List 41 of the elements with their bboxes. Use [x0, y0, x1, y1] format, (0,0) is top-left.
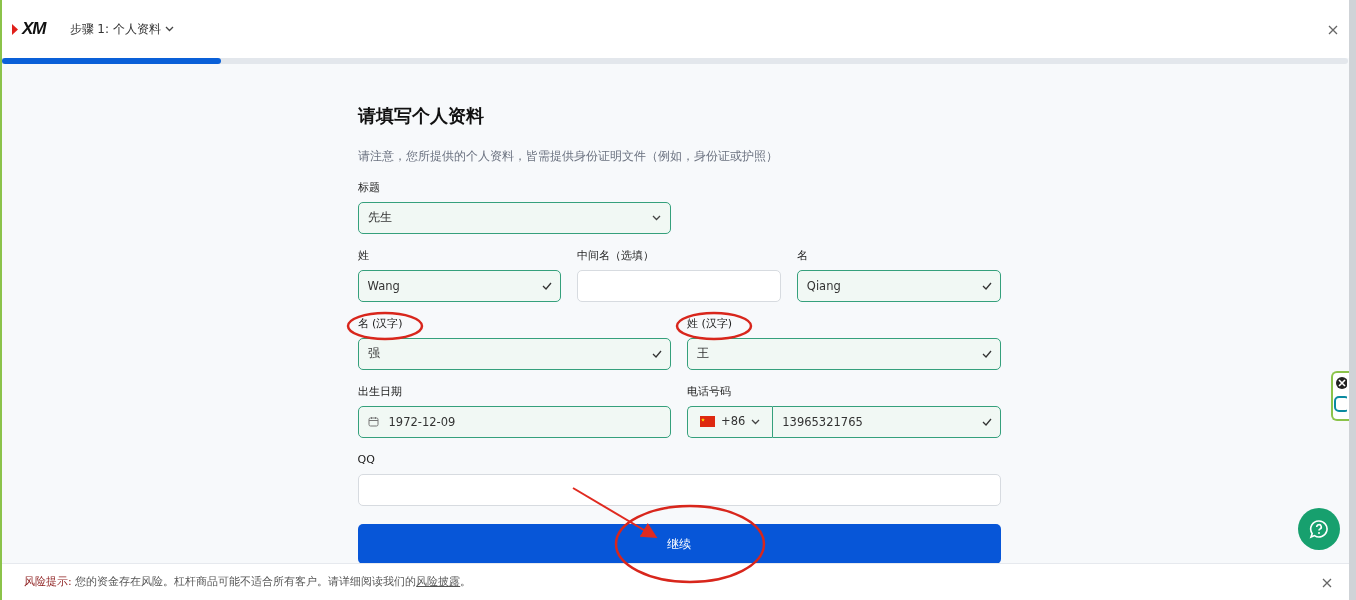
- help-chat-button[interactable]: [1298, 508, 1340, 550]
- field-label: 出生日期: [357, 384, 402, 399]
- checkmark-icon: [652, 349, 662, 358]
- date-field[interactable]: 1972-12-09: [357, 405, 671, 438]
- field-label: 名: [796, 248, 808, 263]
- country-code-dropdown[interactable]: +86: [687, 405, 773, 438]
- risk-warning-text: 风险提示: 您的资金存在风险。杠杆商品可能不适合所有客户。请详细阅读我们的风险披露。: [24, 573, 472, 590]
- checkmark-icon: [981, 349, 992, 358]
- risk-disclosure-link[interactable]: 风险披露: [416, 574, 461, 588]
- checkmark-icon: [981, 417, 992, 426]
- input-field[interactable]: Qiang: [796, 269, 1001, 302]
- caret-icon: [652, 214, 661, 221]
- form-note: 请注意，您所提供的个人资料，皆需提供身份证明文件（例如，身份证或护照）: [357, 147, 779, 165]
- step-dropdown[interactable]: 步骤 1: 个人资料: [69, 20, 174, 38]
- field-label: QQ: [357, 452, 375, 467]
- security-widget-icon[interactable]: [1331, 371, 1349, 421]
- input-field[interactable]: 王: [687, 337, 1001, 370]
- calendar-icon: [367, 415, 379, 427]
- form-title: 请填写个人资料: [357, 105, 485, 127]
- input-field[interactable]: [357, 473, 1001, 506]
- field-label: 姓: [357, 248, 369, 263]
- phone-input[interactable]: 13965321765: [772, 405, 1001, 438]
- field-label: 姓 (汉字): [687, 316, 733, 331]
- caret-icon: [164, 26, 174, 32]
- title-select[interactable]: 先生: [357, 201, 671, 234]
- brand-logo: XM: [22, 18, 46, 41]
- input-field[interactable]: [577, 269, 781, 302]
- help-icon: [1309, 519, 1329, 539]
- field-label: 中间名（选填）: [577, 248, 655, 263]
- input-field[interactable]: 强: [357, 337, 671, 370]
- field-label: 电话号码: [687, 384, 731, 399]
- checkmark-icon: [981, 281, 992, 290]
- logo-mark-icon: [12, 23, 18, 35]
- checkmark-icon: [542, 281, 553, 290]
- china-flag-icon: [700, 416, 715, 428]
- field-label: 名 (汉字): [357, 316, 403, 331]
- scrollbar[interactable]: [1349, 0, 1356, 600]
- caret-icon: [751, 418, 761, 425]
- field-label: 标题: [357, 180, 380, 195]
- input-field[interactable]: Wang: [357, 269, 562, 302]
- continue-button[interactable]: 继续: [357, 523, 1001, 563]
